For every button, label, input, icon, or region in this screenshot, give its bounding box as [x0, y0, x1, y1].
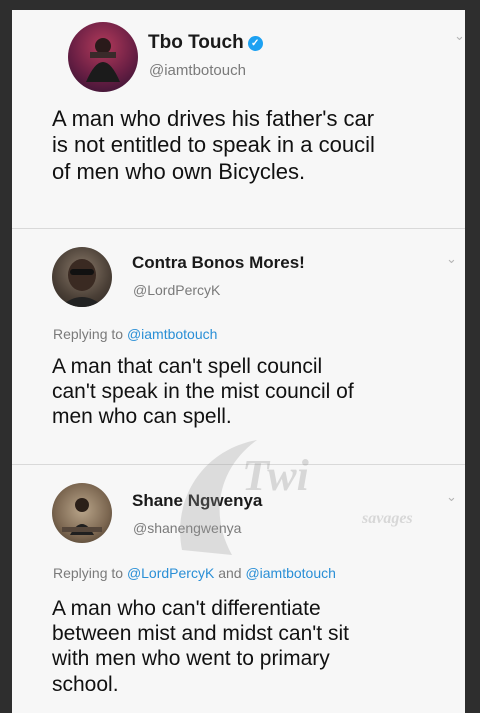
tweet-text: A man who can't differentiate between mi… [52, 596, 349, 697]
replying-to-conjunction: and [218, 565, 242, 581]
tweet-thread: Tbo Touch ✓ @iamtbotouch ⌄ A man who driv… [12, 10, 465, 713]
tweet-text-line: school. [52, 672, 119, 696]
display-name[interactable]: Contra Bonos Mores! [132, 253, 305, 273]
screenshot-frame: Tbo Touch ✓ @iamtbotouch ⌄ A man who driv… [0, 0, 480, 713]
tweet-reply[interactable]: Shane Ngwenya @shanengwenya ⌄ Replying t… [12, 465, 465, 713]
replying-to: Replying to @iamtbotouch [53, 326, 217, 342]
display-name[interactable]: Tbo Touch ✓ [148, 32, 263, 54]
user-handle[interactable]: @shanengwenya [133, 520, 241, 536]
replying-to-label: Replying to [53, 565, 124, 581]
replying-to-label: Replying to [53, 326, 124, 342]
tweet-text-line: can't speak in the mist council of [52, 380, 354, 404]
chevron-down-icon[interactable]: ⌄ [446, 489, 457, 505]
tweet-text-line: A man who can't differentiate [52, 597, 321, 620]
tweet-reply[interactable]: Contra Bonos Mores! @LordPercyK ⌄ Replyi… [12, 229, 465, 464]
tweet-text-line: is not entitled to speak in a coucil [52, 132, 375, 158]
mention-link[interactable]: @iamtbotouch [127, 326, 217, 342]
avatar[interactable] [68, 22, 138, 92]
tweet-text: A man that can't spell council can't spe… [52, 354, 354, 430]
tweet-text-line: with men who went to primary [52, 647, 330, 671]
tweet-text-line: A man that can't spell council [52, 355, 323, 378]
tweet-text-line: of men who own Bicycles. [52, 158, 306, 184]
chevron-down-icon[interactable]: ⌄ [446, 251, 457, 267]
display-name[interactable]: Shane Ngwenya [132, 491, 262, 511]
tweet-original[interactable]: Tbo Touch ✓ @iamtbotouch ⌄ A man who driv… [12, 10, 465, 228]
verified-badge-icon: ✓ [247, 36, 263, 51]
mention-link[interactable]: @iamtbotouch [245, 565, 335, 581]
replying-to: Replying to @LordPercyK and @iamtbotouch [53, 565, 336, 581]
avatar[interactable] [52, 247, 112, 307]
user-handle[interactable]: @LordPercyK [133, 282, 220, 298]
tweet-text-line: A man who drives his father's car [52, 106, 375, 131]
display-name-text[interactable]: Tbo Touch [148, 32, 244, 53]
tweet-text: A man who drives his father's car is not… [52, 106, 375, 185]
mention-link[interactable]: @LordPercyK [127, 565, 214, 581]
avatar[interactable] [52, 483, 112, 543]
chevron-down-icon[interactable]: ⌄ [454, 28, 465, 44]
user-handle[interactable]: @iamtbotouch [149, 62, 246, 79]
tweet-text-line: between mist and midst can't sit [52, 622, 349, 646]
tweet-text-line: men who can spell. [52, 405, 232, 429]
